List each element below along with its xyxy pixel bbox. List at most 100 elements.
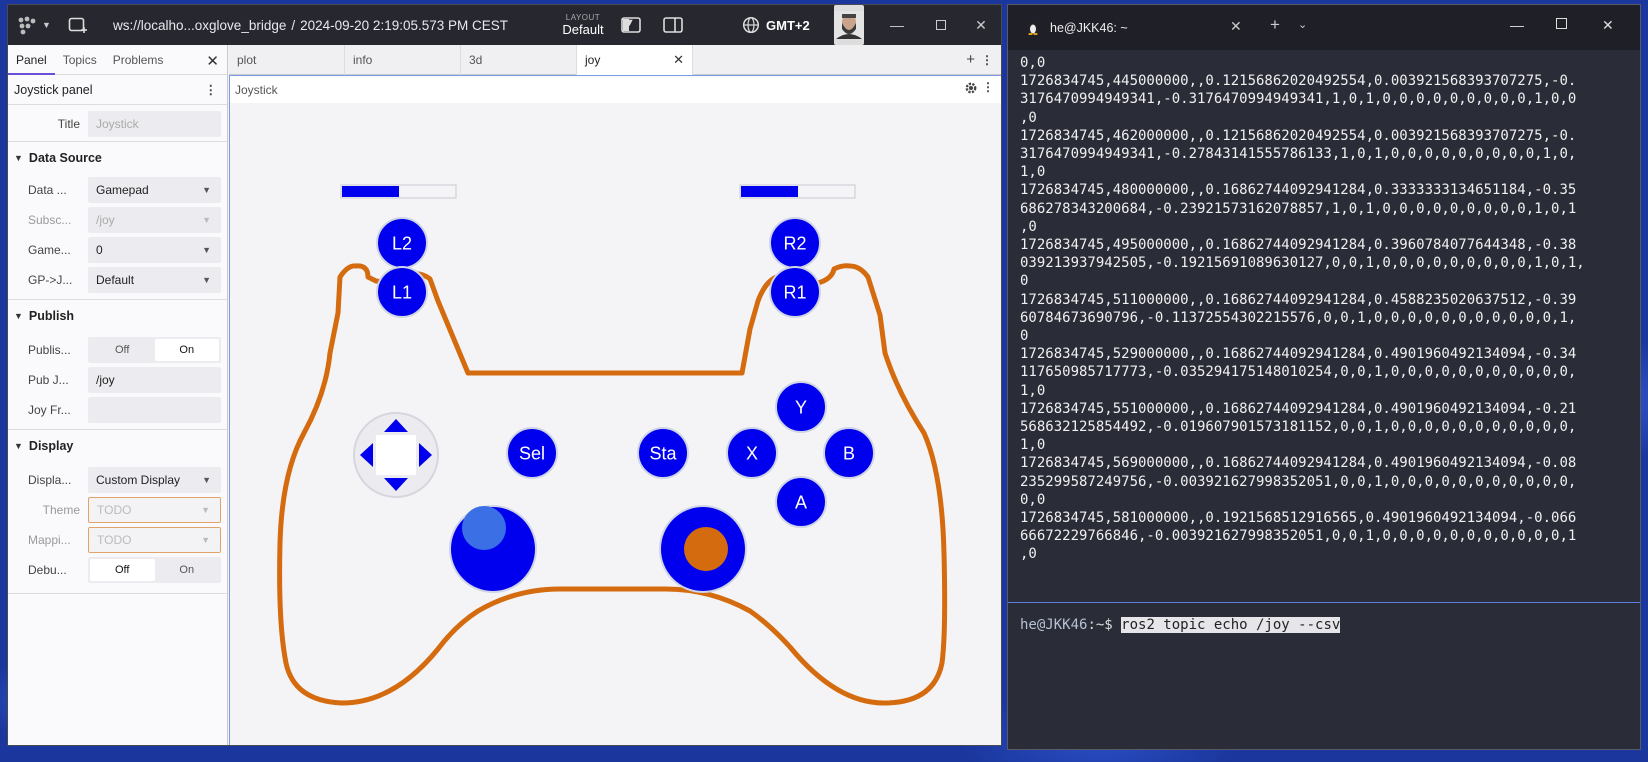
timezone-button[interactable]: GMT+2: [742, 5, 810, 45]
layout-tabs: plot info 3d joy ✕ + ⋮: [229, 45, 1001, 75]
close-icon[interactable]: ✕: [1602, 17, 1614, 34]
left-stick-knob: [462, 506, 506, 550]
terminal-line: 1726834745,551000000,,0.1686274409294128…: [1020, 400, 1577, 417]
terminal-line: 1726834745,462000000,,0.1215686202049255…: [1020, 127, 1577, 144]
close-tab-icon[interactable]: ✕: [1230, 18, 1242, 35]
gamepad-value: 0: [96, 243, 103, 257]
mapping-select[interactable]: TODO ▼: [88, 527, 221, 553]
more-options-icon[interactable]: ⋮: [205, 82, 218, 97]
terminal-output[interactable]: 0,0 1726834745,445000000,,0.1215686202049…: [1020, 54, 1630, 564]
debug-off-option[interactable]: Off: [90, 559, 155, 581]
terminal-line: 66672229766846,-0.003921627998352051,0,0…: [1020, 528, 1577, 545]
close-sidebar-icon[interactable]: ✕: [206, 52, 219, 70]
terminal-line: 0,0: [1020, 55, 1046, 71]
close-tab-icon[interactable]: ✕: [673, 45, 684, 75]
terminal-line: 1726834745,581000000,,0.1921568512916565…: [1020, 510, 1577, 527]
button-y[interactable]: Y: [775, 381, 827, 433]
section-publish[interactable]: ▼ Publish: [8, 299, 227, 331]
right-sidebar-toggle[interactable]: [658, 5, 688, 45]
section-display[interactable]: ▼ Display: [8, 429, 227, 461]
new-tab-icon[interactable]: +: [1270, 15, 1280, 35]
left-sidebar-toggle[interactable]: [616, 5, 646, 45]
data-source-button[interactable]: [68, 5, 98, 45]
terminal-line: 1,0: [1020, 382, 1046, 399]
button-start[interactable]: Sta: [637, 427, 689, 479]
mapping-label: Mappi...: [28, 533, 71, 547]
user-avatar[interactable]: [834, 5, 864, 45]
left-stick[interactable]: [449, 505, 537, 593]
gp-mapping-row: GP->J... Default ▼: [8, 265, 227, 295]
minimize-button[interactable]: —: [874, 5, 920, 45]
mapping-row: Mappi... TODO ▼: [8, 525, 227, 555]
pub-joy-input[interactable]: /joy: [88, 367, 221, 393]
close-window-button[interactable]: ✕: [958, 5, 1001, 45]
more-options-icon[interactable]: ⋮: [982, 80, 994, 94]
title-input[interactable]: Joystick: [88, 111, 221, 137]
collapse-triangle-icon: ▼: [14, 310, 23, 321]
more-options-icon[interactable]: ⋮: [981, 45, 993, 75]
tab-info[interactable]: info: [345, 45, 461, 75]
section-data-source-title: Data Source: [28, 150, 102, 165]
button-y-label: Y: [795, 398, 807, 418]
subscribe-label: Subsc...: [28, 213, 72, 227]
tab-3d[interactable]: 3d: [461, 45, 577, 75]
maximize-icon[interactable]: [1556, 18, 1567, 29]
section-data-source[interactable]: ▼ Data Source: [8, 141, 227, 173]
terminal-line: 039213937942505,-0.19215691089630127,0,0…: [1020, 255, 1585, 272]
collapse-triangle-icon: ▼: [14, 152, 23, 163]
add-tab-icon[interactable]: +: [966, 45, 975, 75]
globe-icon: [742, 16, 760, 34]
tab-topics[interactable]: Topics: [55, 45, 105, 75]
sidebar-left-icon: [621, 17, 641, 33]
collapse-triangle-icon: ▼: [14, 440, 23, 451]
tab-plot[interactable]: plot: [229, 45, 345, 75]
publish-off-option[interactable]: Off: [90, 339, 155, 361]
foxglove-window: ▼ ws://localho...oxglove_bridge / 2024-0…: [7, 4, 1002, 746]
tab-problems[interactable]: Problems: [105, 45, 172, 75]
data-source-select[interactable]: Gamepad ▼: [88, 177, 221, 203]
connection-url[interactable]: ws://localho...oxglove_bridge / 2024-09-…: [113, 5, 508, 45]
dropdown-icon: ▼: [201, 505, 210, 515]
button-select[interactable]: Sel: [506, 427, 558, 479]
display-select[interactable]: Custom Display ▼: [88, 467, 221, 493]
chevron-down-icon[interactable]: ⌄: [1298, 18, 1307, 31]
publish-toggle[interactable]: Off On: [88, 337, 221, 363]
tab-panel[interactable]: Panel: [8, 45, 55, 75]
right-stick[interactable]: [659, 505, 747, 593]
tab-3d-label: 3d: [469, 53, 483, 67]
gp-mapping-select[interactable]: Default ▼: [88, 267, 221, 293]
button-r1[interactable]: R1: [769, 266, 821, 318]
pub-joy-label: Pub J...: [28, 373, 69, 387]
dpad[interactable]: [353, 412, 439, 498]
title-label: Title: [57, 117, 80, 131]
button-l1[interactable]: L1: [376, 266, 428, 318]
button-r2-label: R2: [783, 234, 806, 254]
button-b[interactable]: B: [823, 427, 875, 479]
terminal-tab-title: he@JKK46: ~: [1050, 21, 1128, 35]
tab-joy[interactable]: joy ✕: [577, 45, 693, 75]
dropdown-icon: ▼: [202, 245, 211, 255]
app-menu[interactable]: ▼: [16, 5, 56, 45]
subscribe-select[interactable]: /joy ▼: [88, 207, 221, 233]
theme-select[interactable]: TODO ▼: [88, 497, 221, 523]
button-a[interactable]: A: [775, 476, 827, 528]
button-r2[interactable]: R2: [769, 217, 821, 269]
gamepad-label: Game...: [28, 243, 71, 257]
button-x[interactable]: X: [726, 427, 778, 479]
debug-on-option[interactable]: On: [155, 559, 220, 581]
tab-info-label: info: [353, 53, 373, 67]
minimize-icon[interactable]: —: [1510, 17, 1524, 33]
terminal-prompt[interactable]: he@JKK46:~$ ros2 topic echo /joy --csv: [1020, 617, 1341, 633]
debug-toggle[interactable]: Off On: [88, 557, 221, 583]
button-l2[interactable]: L2: [376, 217, 428, 269]
terminal-line: 1726834745,569000000,,0.1686274409294128…: [1020, 455, 1577, 472]
chevron-down-icon: ▼: [42, 20, 51, 30]
terminal-line: ,0: [1020, 218, 1037, 235]
gamepad-select[interactable]: 0 ▼: [88, 237, 221, 263]
publish-on-option[interactable]: On: [154, 339, 219, 361]
gear-icon[interactable]: [964, 81, 978, 98]
connection-url-text: ws://localho...oxglove_bridge: [113, 17, 287, 33]
maximize-icon: [936, 20, 946, 30]
terminal-tab[interactable]: he@JKK46: ~: [1014, 11, 1254, 45]
joy-frame-input[interactable]: [88, 397, 221, 423]
